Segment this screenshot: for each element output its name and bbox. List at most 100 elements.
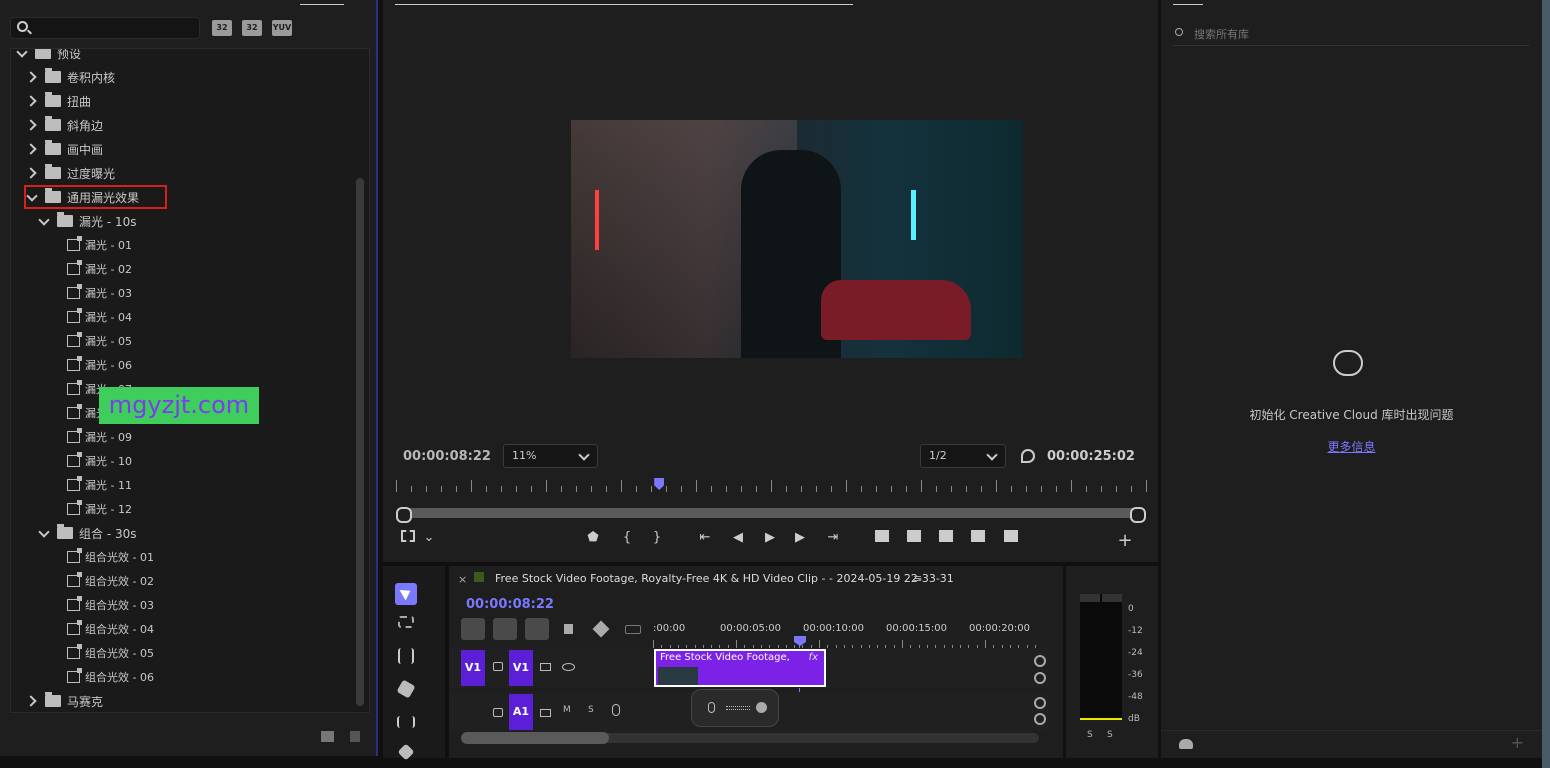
tree-preset-item[interactable]: 漏光 - 05 — [67, 329, 132, 353]
magnet-snap-icon[interactable] — [493, 618, 517, 640]
chevron-down-icon[interactable] — [37, 215, 49, 227]
program-ruler[interactable] — [396, 478, 1148, 492]
tree-folder-item[interactable]: 扭曲 — [25, 89, 91, 113]
tree-preset-item[interactable]: 组合光效 - 06 — [67, 665, 154, 689]
cloud-sync-icon[interactable] — [1179, 739, 1193, 749]
add-icon[interactable]: + — [1511, 733, 1524, 752]
snap-insert-icon[interactable] — [461, 618, 485, 640]
sequence-tab[interactable]: Free Stock Video Footage, Royalty-Free 4… — [495, 572, 954, 585]
resolution-dropdown[interactable]: 1/2 — [920, 444, 1006, 468]
tree-folder-item[interactable]: 漏光 - 10s — [37, 209, 136, 233]
add-marker-timeline-icon[interactable] — [564, 624, 573, 634]
tree-folder-item[interactable]: 预设 — [15, 49, 81, 65]
lock-icon[interactable] — [493, 708, 503, 717]
tree-preset-item[interactable]: 组合光效 - 02 — [67, 569, 154, 593]
program-current-time[interactable]: 00:00:08:22 — [403, 449, 491, 464]
32-bit-icon[interactable]: 32 — [212, 20, 232, 36]
tree-preset-item[interactable]: 组合光效 - 01 — [67, 545, 154, 569]
microphone-icon[interactable] — [612, 704, 620, 716]
tree-preset-item[interactable]: 漏光 - 11 — [67, 473, 132, 497]
tree-folder-item[interactable]: 过度曝光 — [25, 161, 115, 185]
play-icon[interactable]: ▶ — [763, 530, 777, 546]
video-preview[interactable] — [571, 120, 1023, 358]
lock-icon[interactable] — [493, 662, 503, 671]
tree-preset-item[interactable]: 漏光 - 04 — [67, 305, 132, 329]
effects-search-input[interactable] — [10, 17, 200, 39]
mark-in-icon[interactable]: { — [621, 530, 633, 546]
chevron-right-icon[interactable] — [25, 695, 37, 707]
go-to-out-icon[interactable]: ⇥ — [825, 530, 841, 546]
captions-icon[interactable] — [625, 625, 641, 634]
scroll-handle-icon[interactable] — [1034, 697, 1046, 709]
chevron-right-icon[interactable] — [25, 167, 37, 179]
video-clip[interactable]: Free Stock Video Footage, ... fx — [654, 649, 826, 687]
timeline-current-time[interactable]: 00:00:08:22 — [466, 597, 554, 612]
scroll-handle-icon[interactable] — [1034, 672, 1046, 684]
linked-selection-icon[interactable] — [525, 618, 549, 640]
add-marker-icon[interactable]: ⬟ — [587, 530, 599, 546]
tree-folder-item[interactable]: 斜角边 — [25, 113, 103, 137]
tree-preset-item[interactable]: 漏光 - 10 — [67, 449, 132, 473]
tree-preset-item[interactable]: 漏光 - 09 — [67, 425, 132, 449]
target-a1[interactable]: A1 — [509, 694, 533, 730]
chevron-right-icon[interactable] — [25, 95, 37, 107]
scroll-handle-icon[interactable] — [1034, 713, 1046, 725]
solo-left-button[interactable]: S — [1087, 730, 1093, 740]
mute-button[interactable]: M — [563, 705, 571, 715]
tree-preset-item[interactable]: 漏光 - 12 — [67, 497, 132, 521]
sync-lock-icon[interactable] — [540, 663, 551, 671]
extract-icon[interactable] — [905, 530, 923, 546]
camera-icon[interactable] — [938, 530, 954, 546]
chevron-right-icon[interactable] — [25, 119, 37, 131]
step-back-icon[interactable]: ◀ — [731, 530, 745, 546]
go-to-in-icon[interactable]: ⇤ — [697, 530, 713, 546]
tree-folder-item[interactable]: 画中画 — [25, 137, 103, 161]
new-bin-icon[interactable] — [321, 731, 334, 742]
scroll-handle-icon[interactable] — [1034, 655, 1046, 667]
timeline-zoom-scrollbar[interactable] — [461, 732, 1039, 744]
tree-preset-item[interactable]: 漏光 - 01 — [67, 233, 132, 257]
tree-preset-item[interactable]: 组合光效 - 05 — [67, 641, 154, 665]
effects-scrollbar[interactable] — [356, 178, 364, 706]
voice-popup[interactable] — [691, 689, 779, 727]
sync-lock-icon[interactable] — [540, 709, 551, 717]
chevron-down-icon[interactable] — [15, 49, 27, 59]
zoom-handle-left[interactable] — [461, 732, 609, 744]
tree-preset-item[interactable]: 漏光 - 06 — [67, 353, 132, 377]
tree-folder-item[interactable]: 卷积内核 — [25, 65, 115, 89]
tree-preset-item[interactable]: 组合光效 - 03 — [67, 593, 154, 617]
solo-right-button[interactable]: S — [1107, 730, 1113, 740]
menu-icon[interactable]: ≡ — [913, 572, 922, 585]
tree-folder-item[interactable]: 组合 - 30s — [37, 521, 136, 545]
add-button-icon[interactable]: + — [1117, 530, 1133, 551]
chevron-right-icon[interactable] — [25, 71, 37, 83]
tree-preset-item[interactable]: 组合光效 - 04 — [67, 617, 154, 641]
zoom-dropdown[interactable]: 11% — [503, 444, 598, 468]
effects-search-field[interactable] — [35, 19, 195, 37]
close-icon[interactable]: × — [458, 573, 467, 586]
target-v1[interactable]: V1 — [509, 650, 533, 686]
chevron-down-icon[interactable]: ⌄ — [423, 530, 435, 546]
program-zoom-scrollbar[interactable] — [396, 507, 1146, 523]
chevron-down-icon[interactable] — [37, 527, 49, 539]
tree-folder-item[interactable]: 马赛克 — [25, 689, 103, 712]
32-icon[interactable]: 32 — [242, 20, 262, 36]
close-circle-icon[interactable] — [756, 702, 767, 713]
source-patch-v1[interactable]: V1 — [461, 650, 485, 686]
chevron-right-icon[interactable] — [25, 143, 37, 155]
multicam-icon[interactable] — [1003, 530, 1019, 546]
step-forward-icon[interactable]: ▶ — [793, 530, 807, 546]
safe-margins-icon[interactable] — [401, 530, 415, 542]
compare-view-icon[interactable] — [969, 530, 987, 546]
libraries-search-input[interactable]: 搜索所有库 — [1173, 22, 1529, 46]
solo-button[interactable]: S — [588, 705, 594, 715]
mark-out-icon[interactable]: } — [651, 530, 663, 546]
tree-preset-item[interactable]: 漏光 - 03 — [67, 281, 132, 305]
tree-preset-item[interactable]: 漏光 - 02 — [67, 257, 132, 281]
yuv-icon[interactable]: YUV — [272, 20, 292, 36]
more-info-link[interactable]: 更多信息 — [1161, 438, 1542, 455]
settings-wrench-icon[interactable] — [1021, 449, 1035, 463]
delete-icon[interactable] — [350, 731, 360, 742]
eye-icon[interactable] — [562, 663, 575, 671]
lift-icon[interactable] — [873, 530, 891, 546]
